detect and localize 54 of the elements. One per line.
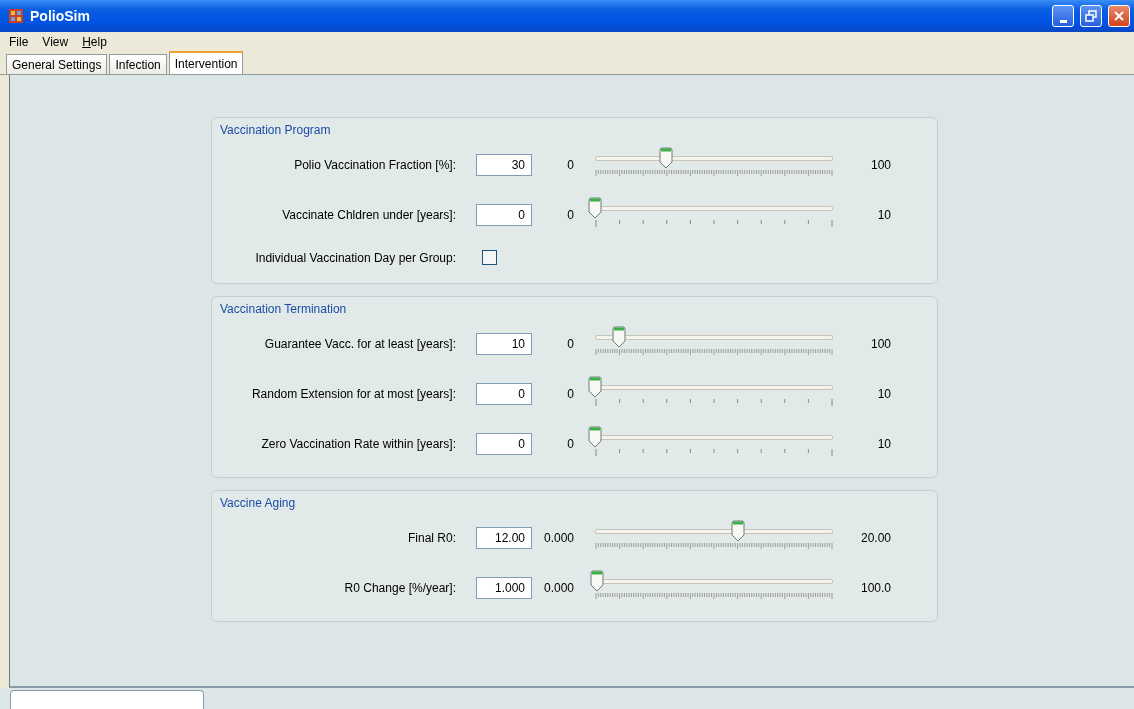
slider-max-label: 20.00 <box>860 531 891 545</box>
slider-thumb[interactable] <box>611 326 626 348</box>
restore-button[interactable] <box>1080 5 1102 27</box>
checkbox[interactable] <box>482 250 497 265</box>
group-title: Vaccination Program <box>220 122 331 138</box>
tab[interactable]: Intervention <box>168 51 244 74</box>
slider-min-label: 0 <box>567 158 575 172</box>
slider-max-label: 100.0 <box>860 581 891 595</box>
field-label: Random Extension for at most [years]: <box>251 387 457 401</box>
slider-min-label: 0 <box>567 337 575 351</box>
field-label: Guarantee Vacc. for at least [years]: <box>264 337 457 351</box>
value-field[interactable]: 0 <box>476 204 532 226</box>
value-field[interactable]: 12.00 <box>476 527 532 549</box>
value-field[interactable]: 10 <box>476 333 532 355</box>
slider-min-label: 0.000 <box>543 531 575 545</box>
slider-thumb[interactable] <box>590 570 605 592</box>
slider-min-label: 0 <box>567 387 575 401</box>
window-title: PolioSim <box>30 8 91 24</box>
field-label: Vaccinate Chldren under [years]: <box>282 208 457 222</box>
field-label: Zero Vaccination Rate within [years]: <box>261 437 457 451</box>
slider-max-label: 10 <box>877 208 891 222</box>
slider-thumb[interactable] <box>588 197 602 219</box>
slider-thumb[interactable] <box>588 426 602 448</box>
slider-min-label: 0.000 <box>543 581 575 595</box>
group-title: Vaccine Aging <box>220 495 296 511</box>
slider-max-label: 10 <box>877 387 891 401</box>
slider-max-label: 100 <box>870 158 891 172</box>
restore-icon <box>1085 10 1097 22</box>
slider-thumb[interactable] <box>588 376 602 398</box>
value-field[interactable]: 1.000 <box>476 577 532 599</box>
slider-thumb[interactable] <box>659 147 674 169</box>
slider-min-label: 0 <box>567 208 575 222</box>
close-button[interactable] <box>1108 5 1130 27</box>
value-field[interactable]: 30 <box>476 154 532 176</box>
slider-max-label: 100 <box>870 337 891 351</box>
field-label: R0 Change [%/year]: <box>344 581 457 595</box>
slider-max-label: 10 <box>877 437 891 451</box>
group-title: Vaccination Termination <box>220 301 347 317</box>
tab[interactable]: General Settings <box>6 54 108 74</box>
menu-item[interactable]: View <box>37 35 74 49</box>
menu-item[interactable]: File <box>4 35 34 49</box>
app-icon <box>8 8 24 24</box>
slider-thumb[interactable] <box>730 520 745 542</box>
minimize-icon <box>1059 19 1067 23</box>
tab[interactable]: Infection <box>109 54 167 74</box>
checkbox-label: Individual Vaccination Day per Group: <box>255 250 457 265</box>
field-label: Polio Vaccination Fraction [%]: <box>294 158 457 172</box>
value-field[interactable]: 0 <box>476 433 532 455</box>
slider-min-label: 0 <box>567 437 575 451</box>
field-label: Final R0: <box>407 531 457 545</box>
value-field[interactable]: 0 <box>476 383 532 405</box>
minimize-button[interactable] <box>1052 5 1074 27</box>
close-icon <box>1113 10 1125 22</box>
menu-item[interactable]: Help <box>77 35 112 49</box>
